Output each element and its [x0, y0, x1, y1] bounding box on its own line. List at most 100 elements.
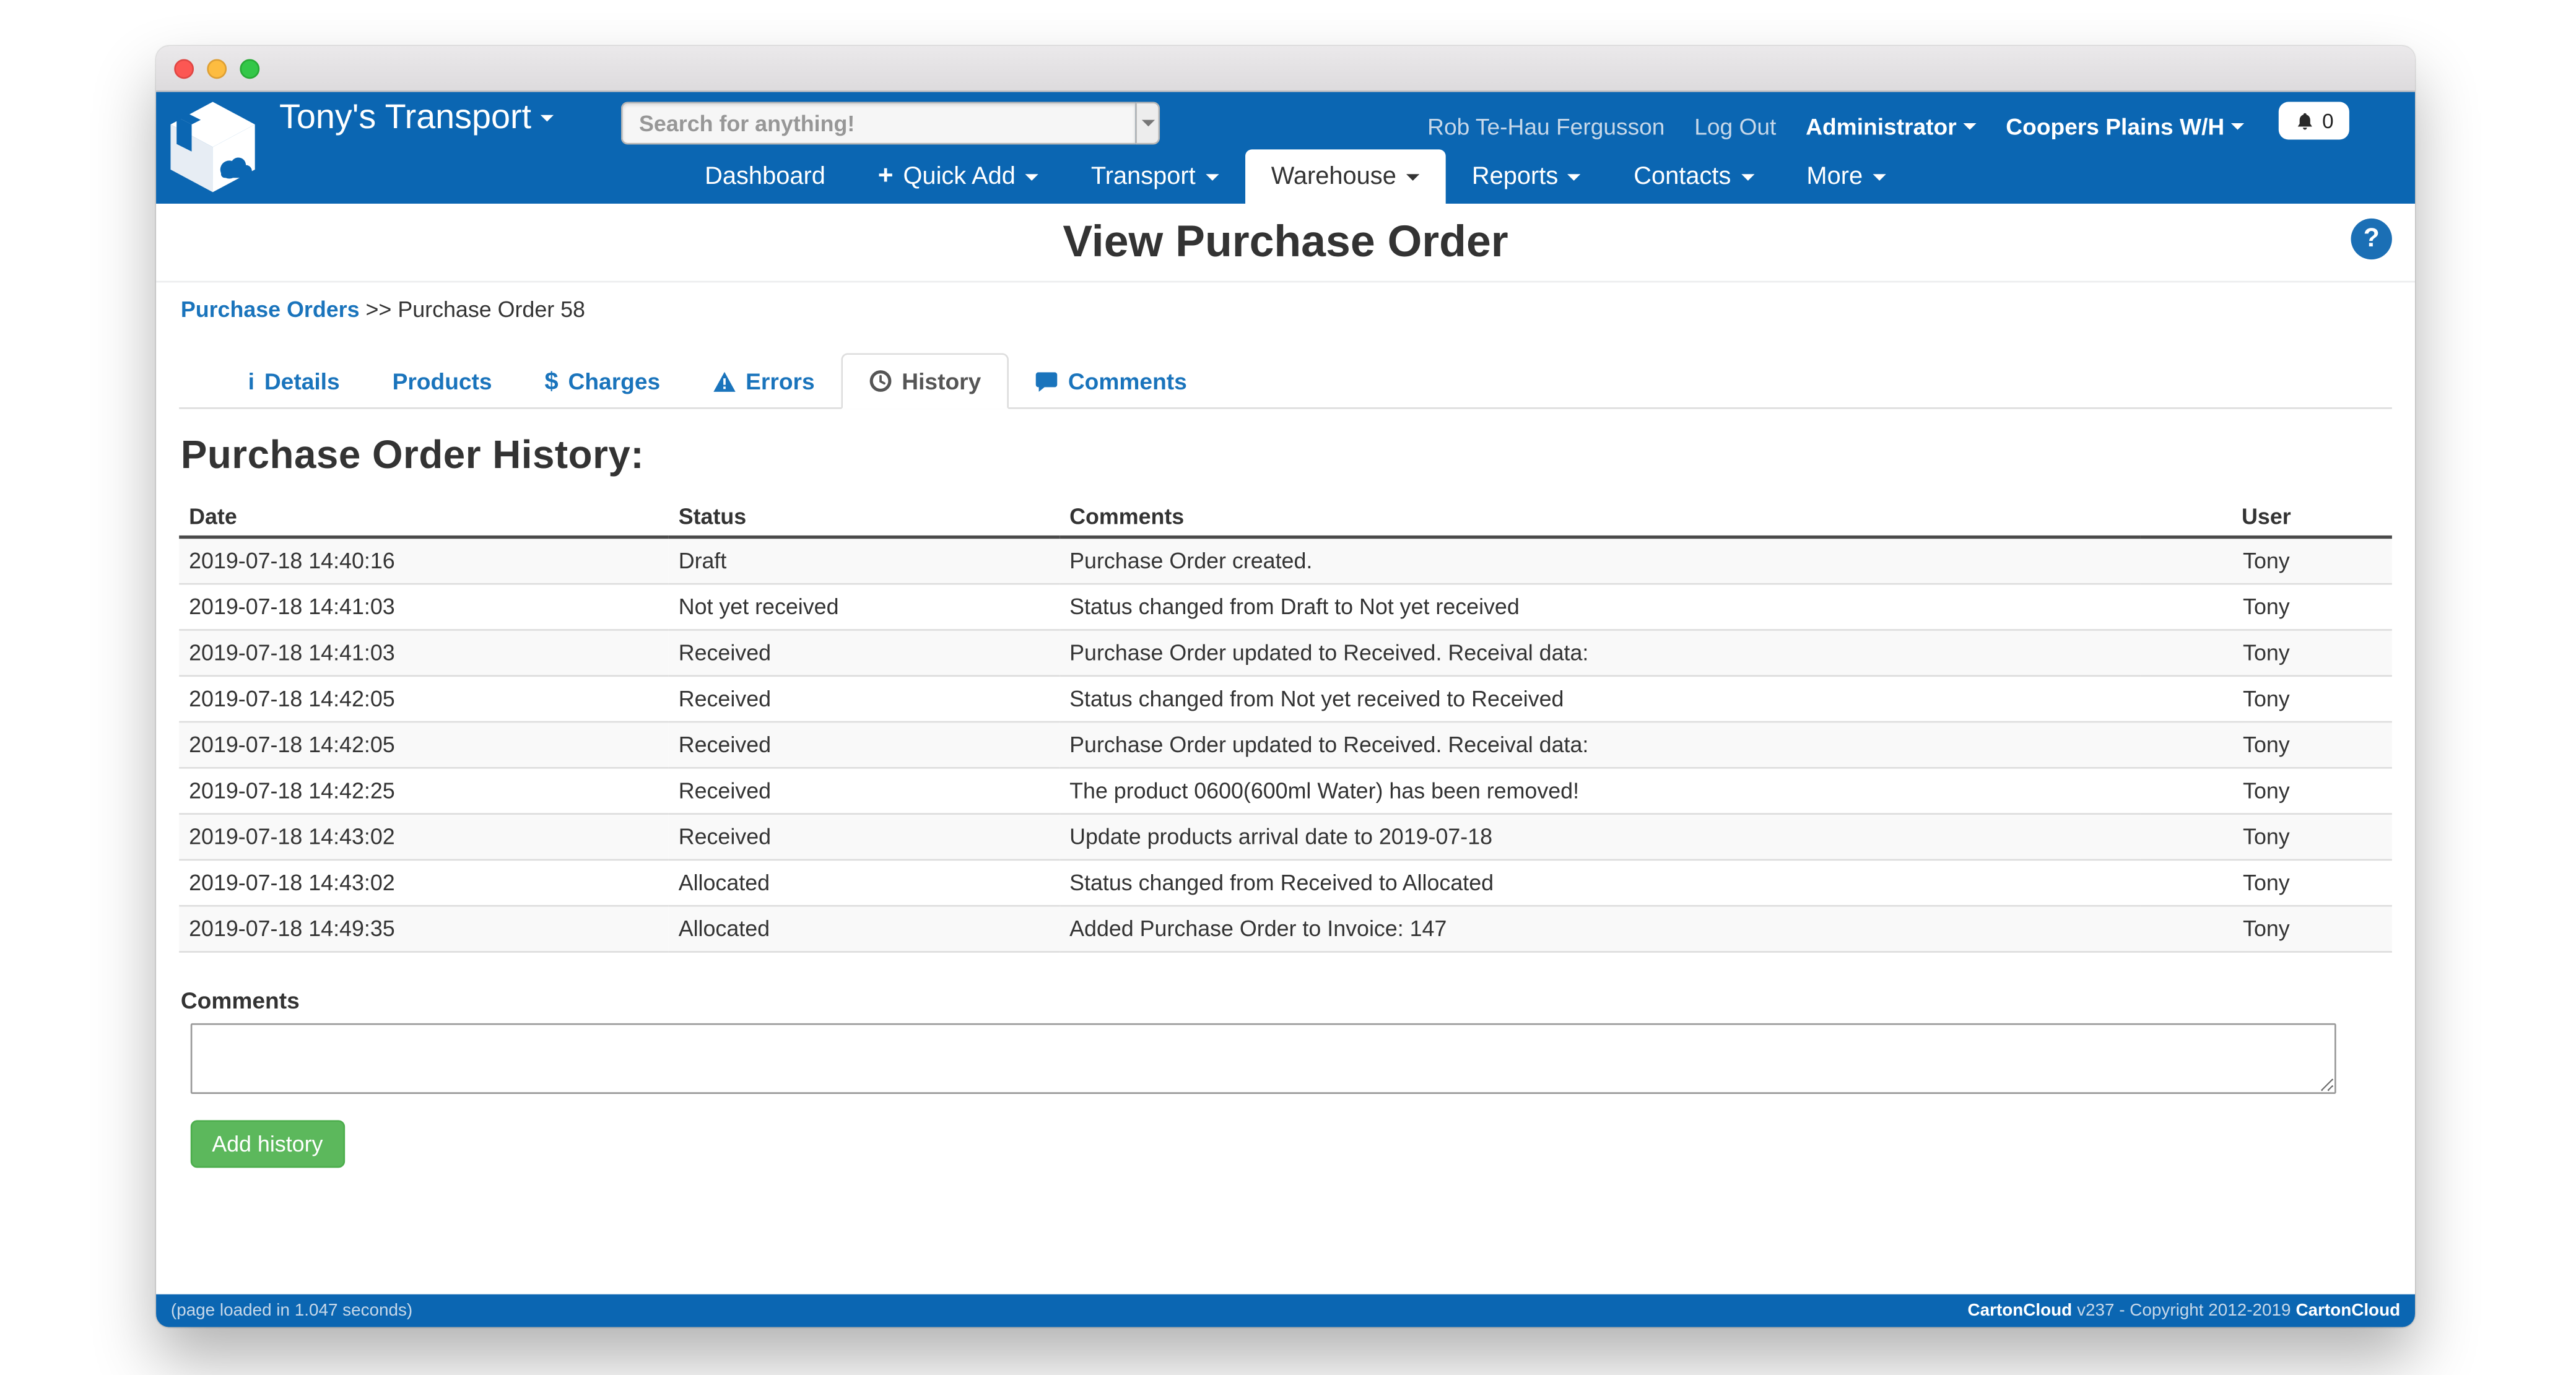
main-menu: Dashboard + Quick Add Transport Warehouse Rep… — [679, 149, 1912, 204]
close-window-button[interactable] — [174, 59, 194, 79]
status-cell: Draft — [669, 537, 1060, 584]
notifications-button[interactable]: 0 — [2279, 102, 2349, 139]
current-user-link[interactable]: Rob Te-Hau Fergusson — [1427, 113, 1664, 139]
history-row: 2019-07-18 14:43:02AllocatedStatus chang… — [179, 860, 2392, 906]
tab-label: History — [902, 368, 981, 394]
zoom-window-button[interactable] — [240, 59, 259, 79]
user-cell: Tony — [2141, 722, 2392, 768]
menu-item-transport[interactable]: Transport — [1064, 149, 1245, 204]
tab-details[interactable]: i Details — [222, 353, 366, 409]
add-history-button[interactable]: Add history — [191, 1120, 344, 1168]
menu-item-label: Transport — [1091, 163, 1196, 191]
search-type-toggle[interactable] — [1135, 102, 1160, 144]
date-cell: 2019-07-18 14:40:16 — [179, 537, 669, 584]
date-cell: 2019-07-18 14:42:05 — [179, 676, 669, 722]
help-icon[interactable]: ? — [2351, 219, 2392, 259]
history-row: 2019-07-18 14:49:35AllocatedAdded Purcha… — [179, 906, 2392, 952]
menu-item-warehouse[interactable]: Warehouse — [1245, 149, 1445, 204]
comment-cell: Update products arrival date to 2019-07-… — [1060, 814, 2141, 860]
window-titlebar — [156, 46, 2415, 92]
menu-item-quick-add[interactable]: + Quick Add — [851, 149, 1064, 204]
top-navbar: Tony's Transport Rob Te-Hau Fergusson Lo… — [156, 92, 2415, 204]
page-load-time: (page loaded in 1.047 seconds) — [171, 1301, 412, 1321]
chevron-down-icon — [1206, 173, 1219, 180]
minimize-window-button[interactable] — [207, 59, 227, 79]
menu-item-label: Quick Add — [903, 163, 1015, 191]
column-header-comments: Comments — [1060, 498, 2141, 537]
info-icon: i — [248, 368, 255, 394]
section-heading: Purchase Order History: — [181, 433, 2390, 479]
chevron-down-icon — [1741, 173, 1754, 180]
table-header-row: DateStatusCommentsUser — [179, 498, 2392, 537]
screen: Tony's Transport Rob Te-Hau Fergusson Lo… — [0, 0, 2576, 1375]
menu-item-dashboard[interactable]: Dashboard — [679, 149, 852, 204]
status-cell: Received — [669, 630, 1060, 675]
user-cell: Tony — [2141, 814, 2392, 860]
warning-icon — [713, 370, 736, 391]
footer-copyright: CartonCloudv237 - Copyright 2012-2019Car… — [1967, 1301, 2400, 1321]
tab-label: Products — [393, 368, 492, 394]
search-input[interactable] — [621, 102, 1135, 144]
menu-item-reports[interactable]: Reports — [1445, 149, 1607, 204]
history-row: 2019-07-18 14:41:03ReceivedPurchase Orde… — [179, 630, 2392, 675]
chevron-down-icon — [1025, 173, 1038, 180]
status-cell: Received — [669, 722, 1060, 768]
warehouse-dropdown[interactable]: Coopers Plains W/H — [2006, 113, 2244, 139]
user-cell: Tony — [2141, 768, 2392, 813]
tenant-dropdown[interactable]: Tony's Transport — [279, 97, 554, 140]
chevron-down-icon — [1141, 120, 1154, 127]
tab-label: Comments — [1068, 368, 1187, 394]
history-row: 2019-07-18 14:42:25ReceivedThe product 0… — [179, 768, 2392, 813]
breadcrumb: Purchase Orders >> Purchase Order 58 — [156, 282, 2415, 340]
tab-label: Charges — [568, 368, 661, 394]
status-cell: Received — [669, 676, 1060, 722]
chevron-down-icon — [2231, 123, 2244, 130]
user-cell: Tony — [2141, 676, 2392, 722]
history-row: 2019-07-18 14:42:05ReceivedPurchase Orde… — [179, 722, 2392, 768]
user-cell: Tony — [2141, 584, 2392, 630]
logout-link[interactable]: Log Out — [1694, 113, 1776, 139]
date-cell: 2019-07-18 14:43:02 — [179, 814, 669, 860]
user-cell: Tony — [2141, 537, 2392, 584]
menu-item-label: Contacts — [1634, 163, 1731, 191]
chevron-down-icon — [541, 115, 554, 122]
tab-history[interactable]: History — [841, 353, 1009, 409]
page-title: View Purchase Order — [156, 204, 2415, 279]
tab-products[interactable]: Products — [366, 353, 518, 409]
comment-cell: Purchase Order created. — [1060, 537, 2141, 584]
column-header-status: Status — [669, 498, 1060, 537]
page-header: View Purchase Order ? — [156, 204, 2415, 282]
date-cell: 2019-07-18 14:42:25 — [179, 768, 669, 813]
status-cell: Received — [669, 768, 1060, 813]
history-row: 2019-07-18 14:43:02ReceivedUpdate produc… — [179, 814, 2392, 860]
status-cell: Allocated — [669, 906, 1060, 952]
comment-cell: The product 0600(600ml Water) has been r… — [1060, 768, 2141, 813]
tab-charges[interactable]: $Charges — [518, 353, 687, 409]
breadcrumb-separator: >> — [366, 297, 392, 322]
breadcrumb-purchase-orders-link[interactable]: Purchase Orders — [181, 297, 360, 322]
footer: (page loaded in 1.047 seconds) CartonClo… — [156, 1295, 2415, 1327]
tab-bar: i Details Products $ChargesErrors History Com… — [179, 353, 2392, 409]
comment-cell: Added Purchase Order to Invoice: 147 — [1060, 906, 2141, 952]
status-cell: Not yet received — [669, 584, 1060, 630]
plus-icon: + — [878, 163, 894, 189]
menu-item-more[interactable]: More — [1780, 149, 1912, 204]
role-dropdown[interactable]: Administrator — [1806, 113, 1976, 139]
tab-comments[interactable]: Comments — [1009, 353, 1213, 409]
column-header-user: User — [2141, 498, 2392, 537]
date-cell: 2019-07-18 14:41:03 — [179, 584, 669, 630]
notification-count: 0 — [2322, 109, 2333, 132]
menu-item-label: Warehouse — [1271, 163, 1396, 191]
cartoncloud-logo — [168, 100, 258, 194]
menu-item-label: Dashboard — [705, 163, 825, 191]
date-cell: 2019-07-18 14:43:02 — [179, 860, 669, 906]
tab-label: Details — [264, 368, 340, 394]
comments-textarea[interactable] — [191, 1023, 2336, 1094]
chevron-down-icon — [1568, 173, 1581, 180]
tab-errors[interactable]: Errors — [687, 353, 841, 409]
menu-item-contacts[interactable]: Contacts — [1608, 149, 1780, 204]
footer-version: v237 - Copyright 2012-2019 — [2077, 1301, 2291, 1321]
tenant-name: Tony's Transport — [279, 97, 531, 140]
date-cell: 2019-07-18 14:49:35 — [179, 906, 669, 952]
history-row: 2019-07-18 14:40:16DraftPurchase Order c… — [179, 537, 2392, 584]
